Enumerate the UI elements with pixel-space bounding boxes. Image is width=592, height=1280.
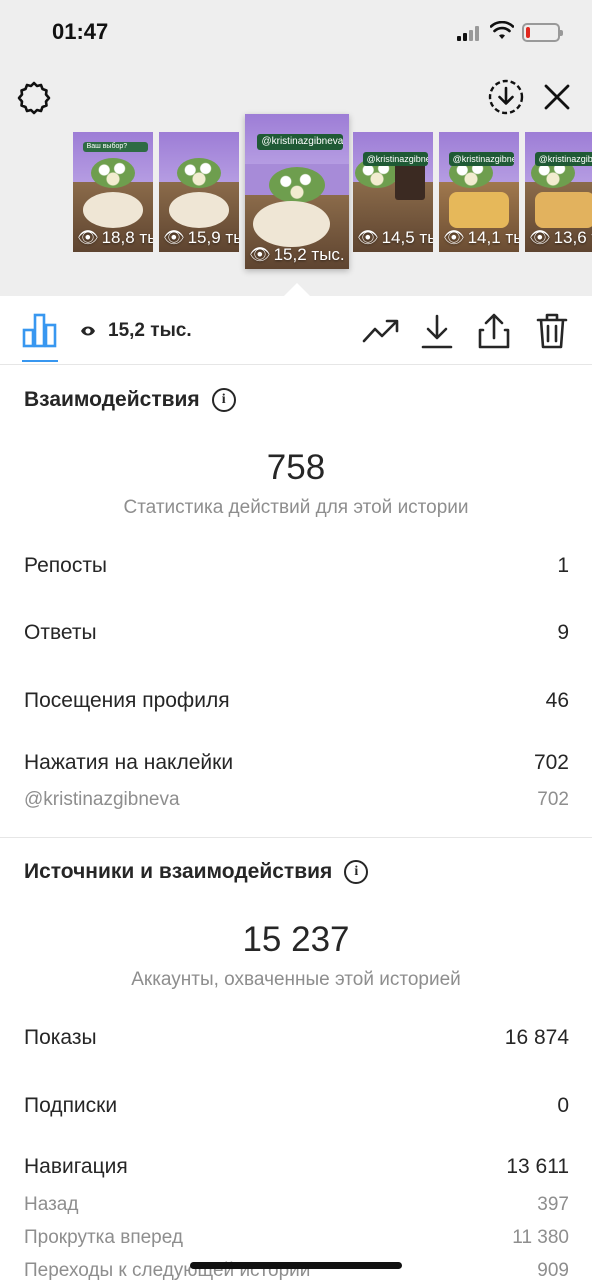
stat-value: 13 611 xyxy=(506,1155,569,1178)
eye-icon xyxy=(81,326,95,336)
stat-subrow-sticker-mention: @kristinazgibneva 702 xyxy=(24,789,569,811)
stat-row-follows: Подписки 0 xyxy=(24,1094,569,1118)
story-tag: Ваш выбор? xyxy=(82,141,149,152)
interactions-title: Взаимодействия i xyxy=(24,388,236,412)
stat-value: 702 xyxy=(533,751,569,774)
stat-label: Ответы xyxy=(24,621,97,644)
info-icon[interactable]: i xyxy=(211,388,236,412)
insights-tab-underline xyxy=(22,360,58,362)
stat-row-sticker-taps: Нажатия на наклейки 702 xyxy=(24,751,569,775)
stat-value: 46 xyxy=(545,689,569,712)
eye-icon: 👁 xyxy=(77,228,99,247)
eye-icon: 👁 xyxy=(529,228,551,247)
story-thumbnail[interactable]: 👁15,9 тыс. xyxy=(159,132,239,252)
battery-icon xyxy=(522,23,563,42)
reach-title-text: Источники и взаимодействия xyxy=(24,860,333,883)
eye-icon: 👁 xyxy=(163,228,185,247)
stat-value: 16 874 xyxy=(504,1026,569,1049)
stat-value: 1 xyxy=(557,554,569,577)
stat-value: 9 xyxy=(557,621,569,644)
stat-label: Посещения профиля xyxy=(24,689,230,712)
stat-subrow-forward: Прокрутка вперед 11 380 xyxy=(24,1227,569,1249)
story-thumbnail[interactable]: @kristinazgibneva 👁13,6 тыс. xyxy=(525,132,592,252)
interactions-caption: Статистика действий для этой истории xyxy=(123,497,469,518)
stat-label: Репосты xyxy=(24,554,108,577)
stat-label: Нажатия на наклейки xyxy=(24,751,234,774)
stat-row-navigation: Навигация 13 611 xyxy=(24,1155,569,1179)
stat-label: Показы xyxy=(24,1026,97,1049)
stat-label: Назад xyxy=(24,1194,79,1215)
insights-bar-chart-icon[interactable] xyxy=(22,312,58,348)
story-thumbnail[interactable]: @kristinazgibneva 👁14,5 тыс. xyxy=(353,132,433,252)
trending-icon[interactable] xyxy=(362,317,400,345)
reach-title: Источники и взаимодействия i xyxy=(24,860,369,884)
stat-row-reposts: Репосты 1 xyxy=(24,554,569,578)
close-icon[interactable] xyxy=(542,82,572,112)
story-tag: @kristinazgibneva xyxy=(362,152,429,167)
interactions-title-text: Взаимодействия xyxy=(24,388,200,411)
story-view-count: 👁15,9 тыс. xyxy=(163,228,239,247)
cellular-signal-icon xyxy=(457,25,483,41)
stat-value: 702 xyxy=(537,789,569,810)
download-story-icon[interactable] xyxy=(487,78,525,116)
story-thumbnail-selected[interactable]: @kristinazgibneva 👁 15,2 тыс. xyxy=(245,114,349,269)
download-icon[interactable] xyxy=(420,313,454,349)
status-time: 01:47 xyxy=(52,19,109,44)
story-strip-area: 01:47 Ваш выбор? 👁18,8 тыс. 👁15,9 тыс. xyxy=(0,0,592,297)
stat-row-replies: Ответы 9 xyxy=(24,621,569,645)
eye-icon: 👁 xyxy=(443,228,465,247)
stat-label: @kristinazgibneva xyxy=(24,789,180,810)
story-view-count: 👁14,5 тыс. xyxy=(357,228,433,247)
eye-icon: 👁 xyxy=(357,228,379,247)
stat-label: Прокрутка вперед xyxy=(24,1227,183,1248)
selected-story-pointer xyxy=(283,283,311,297)
eye-icon: 👁 xyxy=(249,245,271,264)
story-tag: @kristinazgibneva xyxy=(257,134,343,151)
stat-subrow-back: Назад 397 xyxy=(24,1194,569,1216)
home-indicator[interactable] xyxy=(190,1262,402,1269)
wifi-icon xyxy=(490,21,514,39)
views-count: 15,2 тыс. xyxy=(80,320,192,342)
story-view-count: 👁 15,2 тыс. xyxy=(249,245,345,264)
interactions-total: 758 xyxy=(266,448,326,487)
reach-caption: Аккаунты, охваченные этой историей xyxy=(131,969,461,990)
story-view-count: 👁13,6 тыс. xyxy=(529,228,592,247)
story-thumbnail[interactable]: @kristinazgibneva 👁14,1 тыс. xyxy=(439,132,519,252)
share-icon[interactable] xyxy=(477,312,511,350)
stat-value: 397 xyxy=(537,1194,569,1215)
reach-total: 15 237 xyxy=(242,920,350,959)
stat-row-profile-visits: Посещения профиля 46 xyxy=(24,689,569,713)
story-view-count: 👁14,1 тыс. xyxy=(443,228,519,247)
views-count-label: 15,2 тыс. xyxy=(108,320,192,341)
story-tag: @kristinazgibneva xyxy=(534,152,592,167)
stat-label: Подписки xyxy=(24,1094,118,1117)
story-thumbnails: Ваш выбор? 👁18,8 тыс. 👁15,9 тыс. @kristi… xyxy=(0,114,592,274)
insights-toolbar: 15,2 тыс. xyxy=(0,297,592,365)
settings-gear-icon[interactable] xyxy=(16,80,52,116)
story-tag: @kristinazgibneva xyxy=(448,152,515,167)
stat-label: Навигация xyxy=(24,1155,128,1178)
trash-icon[interactable] xyxy=(536,312,568,350)
stat-row-impressions: Показы 16 874 xyxy=(24,1026,569,1050)
stat-value: 0 xyxy=(557,1094,569,1117)
info-icon[interactable]: i xyxy=(344,860,369,884)
story-view-count: 👁18,8 тыс. xyxy=(77,228,153,247)
stat-value: 11 380 xyxy=(512,1227,569,1248)
stat-value: 909 xyxy=(537,1260,569,1280)
section-divider xyxy=(0,837,592,838)
story-thumbnail[interactable]: Ваш выбор? 👁18,8 тыс. xyxy=(73,132,153,252)
